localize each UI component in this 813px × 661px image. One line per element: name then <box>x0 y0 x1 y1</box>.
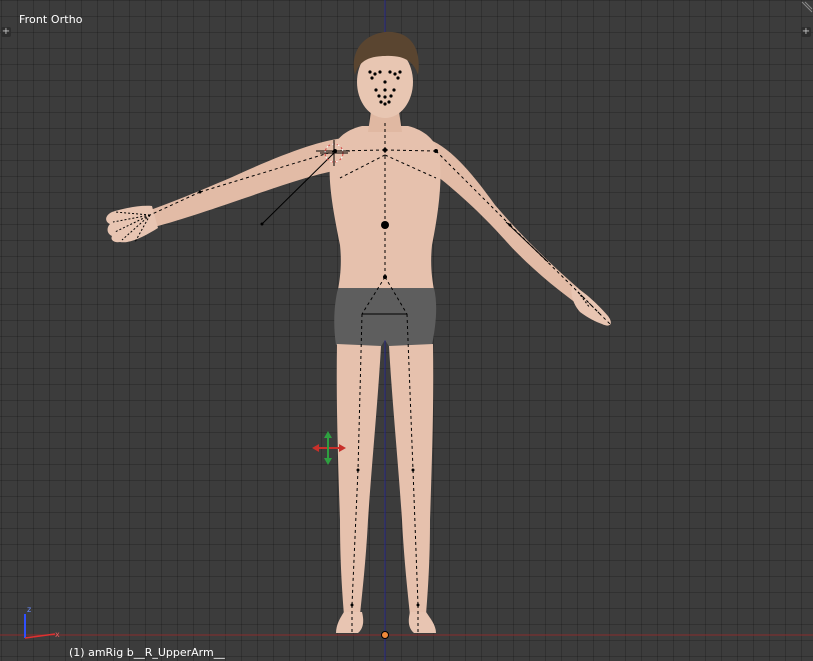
joint-l-elbow <box>508 223 512 227</box>
plus-icon[interactable]: + <box>1 27 11 37</box>
mesh-right-foot <box>336 612 364 633</box>
mesh-left-foot <box>408 612 436 633</box>
mesh-right-leg <box>336 344 381 615</box>
3d-viewport[interactable]: z x Front Ortho (1) amRig b__R_UpperArm_… <box>0 0 813 661</box>
area-split-corner-icon[interactable] <box>800 0 813 13</box>
axes-gizmo <box>24 614 56 639</box>
joint-neck <box>383 148 387 152</box>
joint-hips <box>383 275 387 279</box>
mesh-left-leg <box>389 344 434 615</box>
mesh-underwear <box>334 288 437 348</box>
joint-r-knee <box>356 468 360 472</box>
mesh-right-arm <box>150 138 345 228</box>
gizmo-z-label: z <box>27 605 31 614</box>
joint-l-ankle <box>416 603 420 607</box>
joint-r-elbow-tail <box>260 222 264 226</box>
joint-chest <box>381 221 389 229</box>
joint-l-shoulder <box>434 149 438 153</box>
viewport-scene[interactable]: z x <box>0 0 813 661</box>
plus-icon[interactable]: + <box>801 27 811 37</box>
status-text: (1) amRig b__R_UpperArm__ <box>69 646 225 659</box>
object-origin[interactable] <box>381 631 389 639</box>
joint-r-elbow <box>198 190 202 194</box>
character-mesh[interactable] <box>106 31 611 633</box>
gizmo-x-label: x <box>55 630 60 639</box>
view-label: Front Ortho <box>19 13 83 26</box>
joint-l-knee <box>411 468 415 472</box>
joint-r-ankle <box>350 603 354 607</box>
